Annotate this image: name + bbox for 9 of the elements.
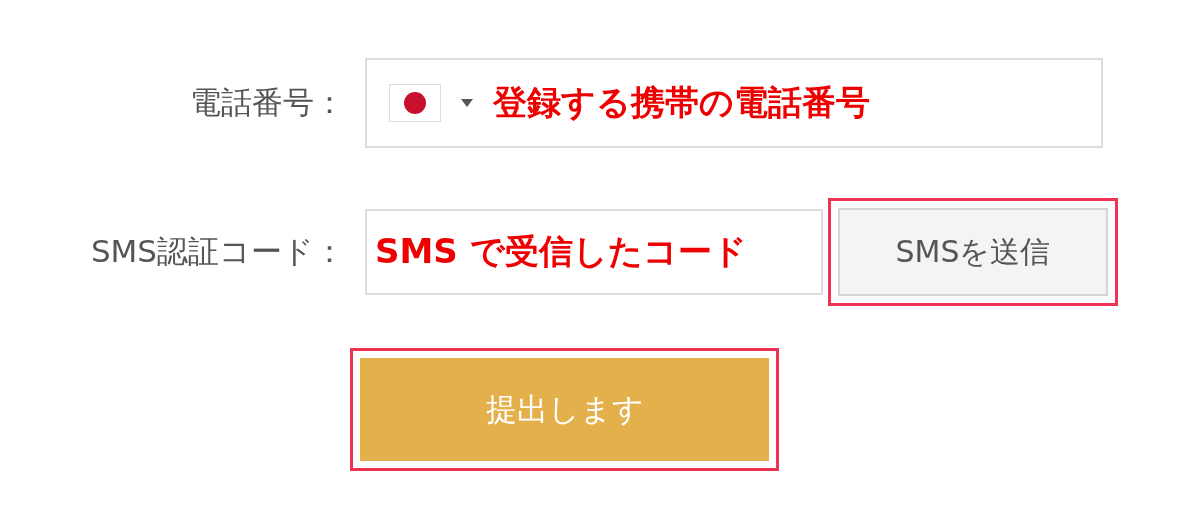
- field-value: SMS で受信したコード: [375, 230, 747, 273]
- send-sms-button[interactable]: SMSを送信: [838, 208, 1108, 296]
- field-label: 電話番号：: [189, 83, 345, 122]
- caret-icon[interactable]: [461, 99, 473, 107]
- field-label: SMS認証コード：: [89, 232, 345, 271]
- phone-field[interactable]: 登録する携帯の電話番号: [365, 58, 1103, 148]
- field-value: 登録する携帯の電話番号: [493, 81, 870, 124]
- flag-icon: [389, 84, 441, 122]
- code-field[interactable]: SMS で受信したコード: [365, 209, 823, 295]
